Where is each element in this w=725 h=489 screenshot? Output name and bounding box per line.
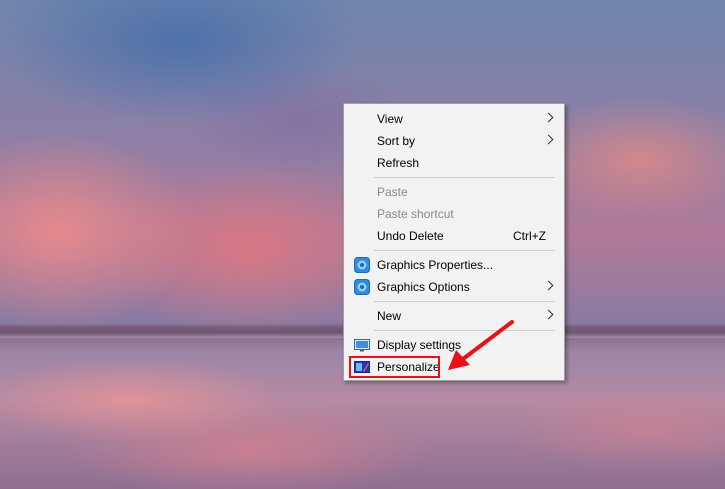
annotation-arrow [448,320,514,370]
